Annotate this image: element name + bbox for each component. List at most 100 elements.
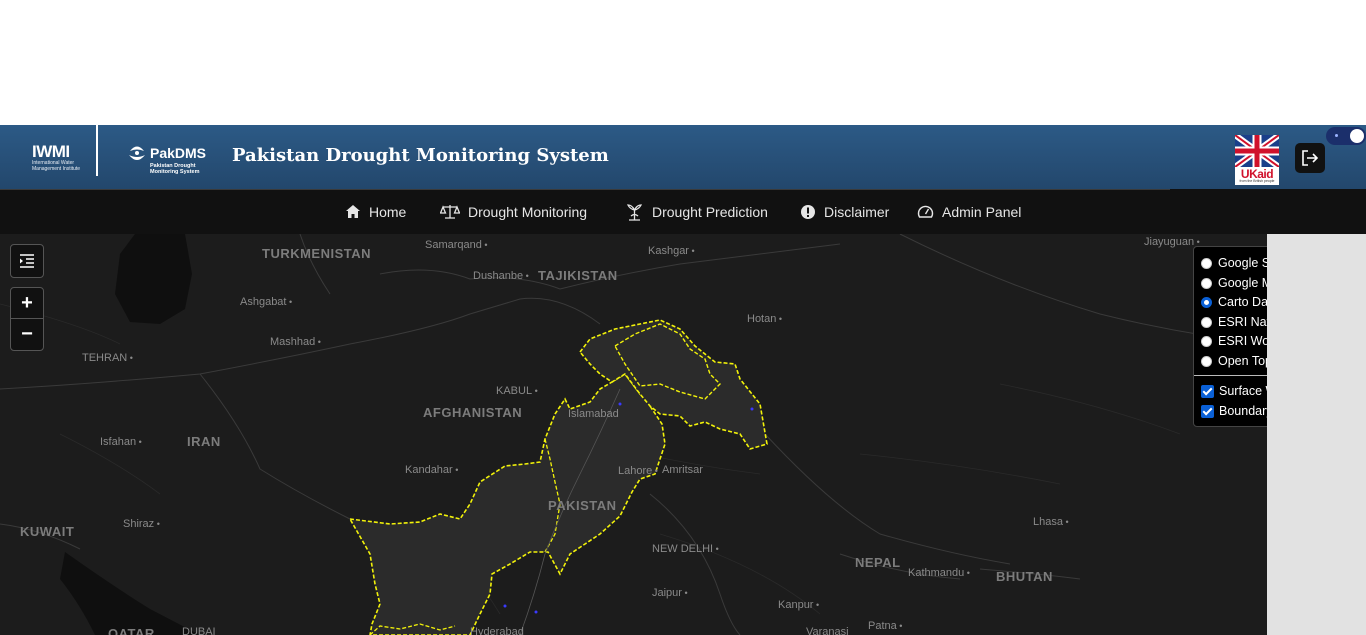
scale-icon	[440, 205, 460, 219]
basemap-option-google-maps[interactable]: Google Maps	[1201, 274, 1267, 292]
star-icon	[1335, 134, 1338, 137]
persian-gulf	[60, 552, 200, 635]
surface-water-point	[503, 604, 507, 608]
nav-drought-monitoring-label: Drought Monitoring	[468, 203, 588, 220]
basemap-option-esri-natgeo[interactable]: ESRI NatGeo	[1201, 313, 1267, 331]
label-varanasi: Varanasi	[806, 626, 849, 635]
main-nav: Home Drought Monitoring Drought Predicti…	[0, 189, 1366, 234]
label-isfahan: Isfahan	[100, 436, 142, 448]
home-icon	[346, 205, 360, 218]
basemap-label: Google Maps	[1218, 276, 1267, 290]
alert-circle-icon	[801, 204, 815, 219]
basemap-option-open-topomap[interactable]: Open Topomap	[1201, 352, 1267, 370]
nav-home[interactable]: Home	[345, 189, 406, 234]
radio-button[interactable]	[1201, 335, 1212, 347]
basemap-option-carto-dark[interactable]: Carto Dark	[1201, 293, 1267, 311]
label-jiayuguan: Jiayuguan	[1144, 236, 1200, 248]
map-view[interactable]: TURKMENISTAN TAJIKISTAN AFGHANISTAN IRAN…	[0, 234, 1267, 635]
label-afghanistan: AFGHANISTAN	[423, 405, 523, 420]
label-dushanbe: Dushanbe	[473, 270, 529, 282]
label-kabul: KABUL	[496, 385, 538, 397]
zoom-in-button[interactable]: +	[11, 288, 43, 319]
iwmi-logo[interactable]: IWMI International Water Management Inst…	[32, 143, 92, 177]
nav-disclaimer[interactable]: Disclaimer	[800, 189, 889, 234]
pakdms-brand: PakDMS	[150, 145, 207, 161]
iwmi-logo-text: IWMI	[32, 142, 70, 161]
label-shiraz: Shiraz	[123, 518, 160, 530]
logout-button[interactable]	[1295, 143, 1325, 173]
page-title: Pakistan Drought Monitoring System	[232, 145, 609, 166]
dashboard-icon	[917, 205, 934, 218]
basemap-label: Open Topomap	[1218, 354, 1267, 368]
basemap-label: ESRI World Imagery	[1218, 334, 1267, 348]
label-nepal: NEPAL	[855, 555, 901, 570]
zoom-out-button[interactable]: −	[11, 319, 43, 349]
label-mashhad: Mashhad	[270, 336, 321, 348]
nav-disclaimer-label: Disclaimer	[824, 203, 890, 220]
checkbox-checked[interactable]	[1201, 404, 1214, 418]
label-bhutan: BHUTAN	[996, 569, 1053, 584]
label-amritsar: Amritsar	[662, 464, 703, 476]
nav-admin-panel-label: Admin Panel	[942, 203, 1022, 220]
basemap-option-google-satellite[interactable]: Google Satellite	[1201, 254, 1267, 272]
ukaid-logo: UKaid from the British people	[1233, 132, 1281, 185]
overlay-option-boundary[interactable]: Boundary	[1201, 402, 1267, 420]
label-turkmenistan: TURKMENISTAN	[262, 246, 372, 261]
overlay-option-surface-water[interactable]: Surface Water	[1201, 382, 1267, 400]
label-qatar: QATAR	[108, 626, 155, 635]
radio-button-selected[interactable]	[1201, 296, 1212, 308]
surface-water-point	[618, 402, 622, 406]
indent-list-icon	[20, 254, 34, 268]
top-blank-area	[0, 0, 1366, 125]
radio-button[interactable]	[1201, 257, 1212, 269]
layer-toggle-button[interactable]	[10, 244, 44, 278]
label-hyderabad: Hyderabad	[470, 626, 524, 635]
basemap-label: Carto Dark	[1218, 295, 1267, 309]
pakdms-emblem-icon	[129, 146, 145, 160]
overlay-label: Surface Water	[1219, 384, 1267, 398]
basemap-option-esri-world-imagery[interactable]: ESRI World Imagery	[1201, 332, 1267, 350]
nav-admin-panel[interactable]: Admin Panel	[917, 189, 1021, 234]
iwmi-logo-subtitle: International Water Management Institute	[32, 160, 81, 172]
nav-drought-prediction[interactable]: Drought Prediction	[625, 189, 768, 234]
label-hotan: Hotan	[747, 313, 782, 325]
label-iran: IRAN	[187, 434, 221, 449]
label-kashgar: Kashgar	[648, 245, 695, 257]
nav-divider	[0, 189, 1170, 190]
zoom-control: + −	[10, 287, 44, 351]
label-samarqand: Samarqand	[425, 239, 488, 251]
nav-drought-prediction-label: Drought Prediction	[652, 203, 768, 220]
surface-water-point	[534, 610, 538, 614]
radio-button[interactable]	[1201, 355, 1212, 367]
theme-toggle[interactable]	[1326, 127, 1366, 145]
nav-drought-monitoring[interactable]: Drought Monitoring	[440, 189, 587, 234]
logo-divider	[96, 125, 98, 176]
basemap-label: ESRI NatGeo	[1218, 315, 1267, 329]
basemap-label: Google Satellite	[1218, 256, 1267, 270]
checkbox-checked[interactable]	[1201, 384, 1214, 398]
surface-water-point	[750, 407, 754, 411]
label-islamabad: Islamabad	[568, 408, 619, 420]
label-tehran: TEHRAN	[82, 352, 133, 364]
logout-icon	[1302, 150, 1319, 166]
label-jaipur: Jaipur	[652, 587, 688, 599]
label-patna: Patna	[868, 620, 902, 632]
label-ashgabat: Ashgabat	[240, 296, 292, 308]
app-header: IWMI International Water Management Inst…	[0, 125, 1366, 189]
plant-icon	[626, 204, 643, 221]
label-new-delhi: NEW DELHI	[652, 543, 719, 555]
label-lhasa: Lhasa	[1033, 516, 1069, 528]
pakdms-logo[interactable]: PakDMS Pakistan Drought Monitoring Syste…	[126, 141, 216, 179]
radio-button[interactable]	[1201, 316, 1212, 328]
label-tajikistan: TAJIKISTAN	[538, 268, 618, 283]
label-kuwait: KUWAIT	[20, 524, 75, 539]
toggle-knob	[1350, 129, 1364, 143]
radio-button[interactable]	[1201, 277, 1212, 289]
right-gutter	[1267, 234, 1366, 635]
caspian-sea	[115, 234, 192, 324]
pakdms-subtitle: Pakistan Drought Monitoring System	[150, 163, 200, 175]
nav-home-label: Home	[369, 203, 407, 220]
overlay-label: Boundary	[1219, 404, 1267, 418]
label-kandahar: Kandahar	[405, 464, 458, 476]
label-kathmandu: Kathmandu	[908, 567, 970, 579]
